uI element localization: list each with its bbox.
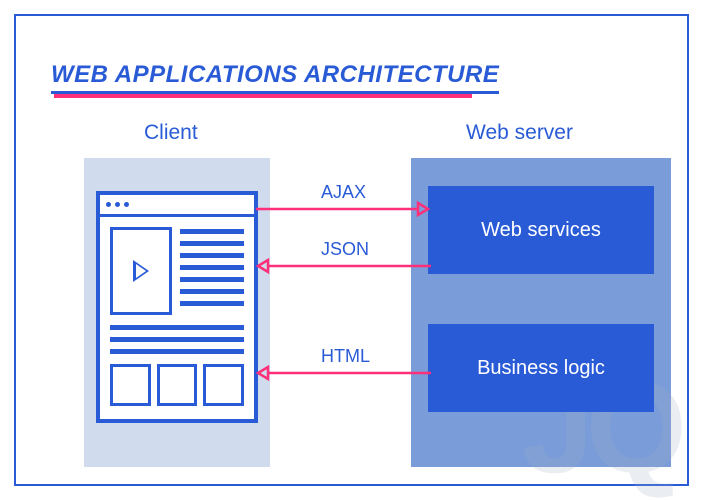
web-services-box: Web services	[428, 186, 654, 274]
browser-body	[100, 217, 254, 416]
arrow-json	[256, 258, 431, 274]
play-icon	[133, 260, 149, 282]
diagram-title: WEB APPLICATIONS ARCHITECTURE	[51, 61, 499, 94]
business-logic-box: Business logic	[428, 324, 654, 412]
ajax-label: AJAX	[321, 182, 366, 203]
browser-content-row	[110, 227, 244, 315]
diagram-frame: WEB APPLICATIONS ARCHITECTURE Client Web…	[14, 14, 689, 486]
video-placeholder	[110, 227, 172, 315]
card-placeholder	[110, 364, 151, 406]
card-placeholder	[157, 364, 198, 406]
browser-cards-row	[110, 364, 244, 406]
json-label: JSON	[321, 239, 369, 260]
window-dot-icon	[106, 202, 111, 207]
arrow-ajax	[256, 201, 431, 217]
browser-window-icon	[96, 191, 258, 423]
browser-titlebar	[100, 195, 254, 217]
text-lines-icon	[110, 325, 244, 354]
client-label: Client	[144, 121, 198, 145]
card-placeholder	[203, 364, 244, 406]
text-lines-icon	[180, 227, 244, 315]
window-dot-icon	[124, 202, 129, 207]
html-label: HTML	[321, 346, 370, 367]
window-dot-icon	[115, 202, 120, 207]
arrow-html	[256, 365, 431, 381]
server-label: Web server	[466, 121, 573, 145]
